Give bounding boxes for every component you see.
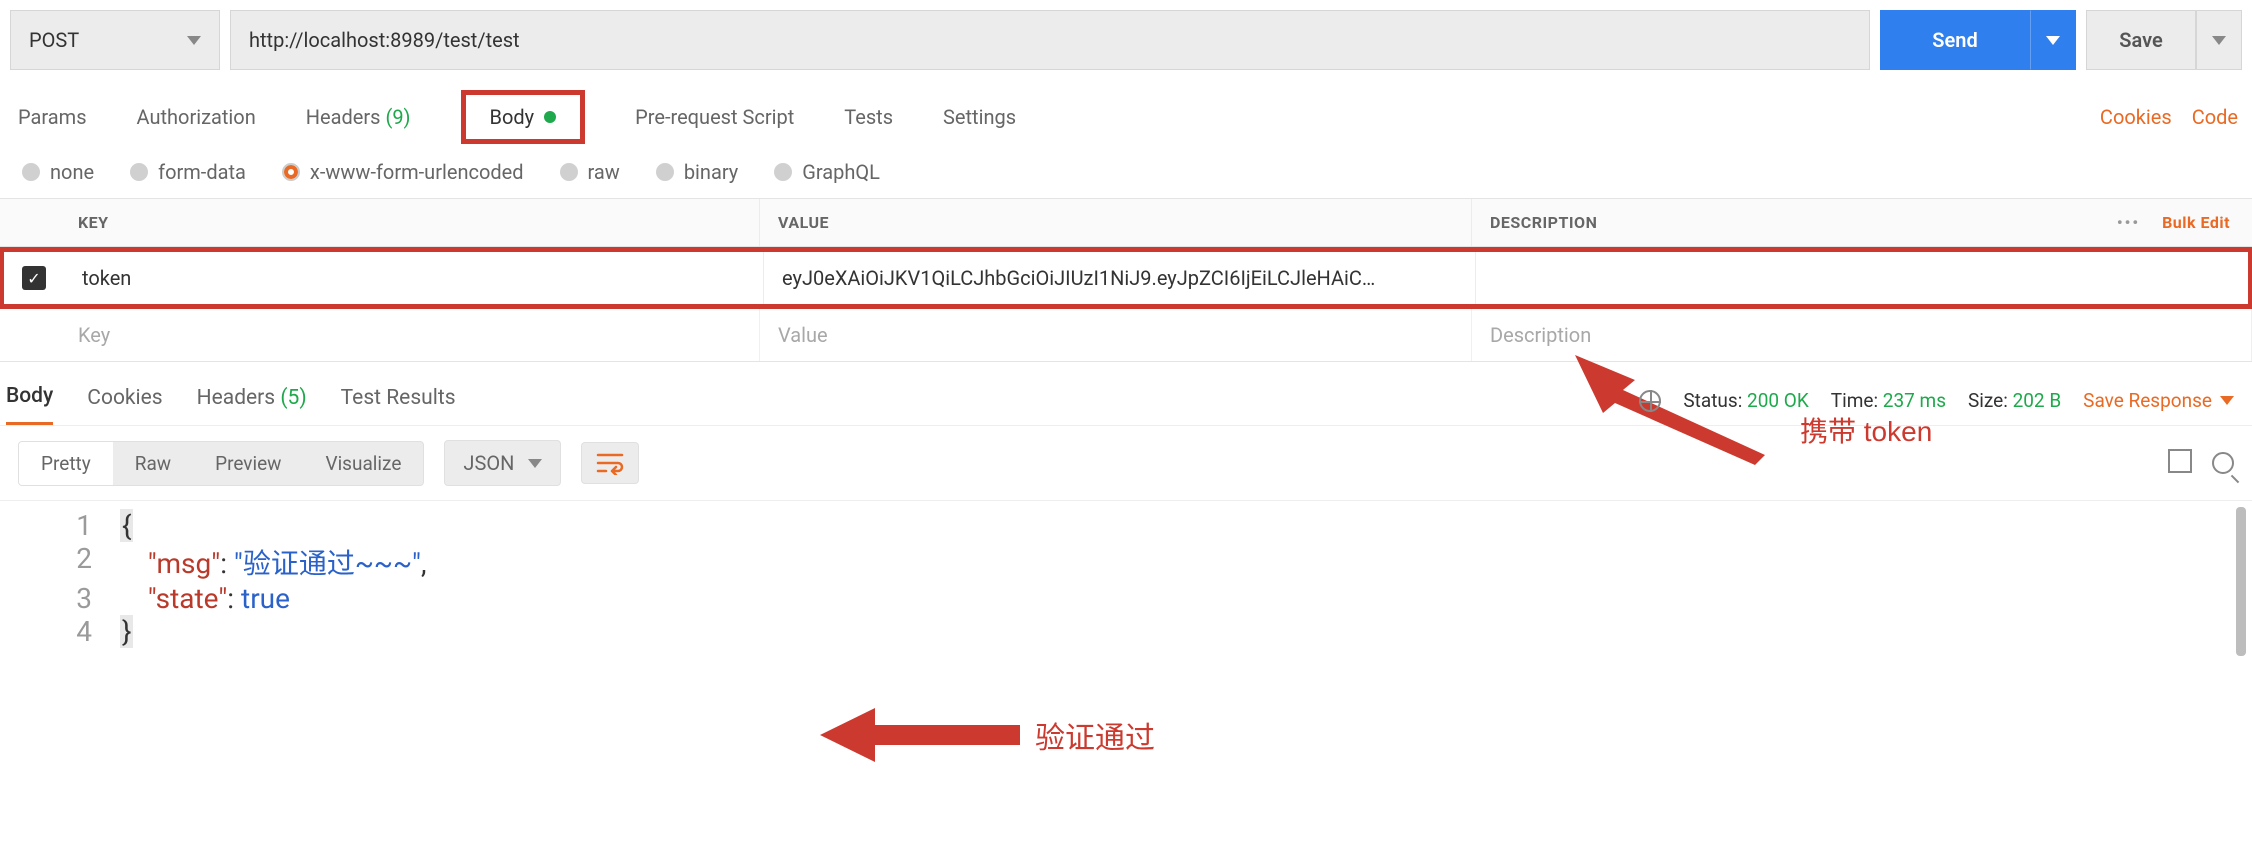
annotation-arrow-icon bbox=[820, 700, 1020, 770]
view-pretty[interactable]: Pretty bbox=[19, 442, 113, 485]
radio-icon bbox=[656, 163, 674, 181]
save-options-button[interactable] bbox=[2196, 10, 2242, 70]
bodytype-formdata[interactable]: form-data bbox=[130, 160, 246, 184]
param-value-input[interactable]: eyJ0eXAiOiJKV1QiLCJhbGciOiJIUzI1NiJ9.eyJ… bbox=[764, 252, 1476, 304]
table-row: ✓ token eyJ0eXAiOiJKV1QiLCJhbGciOiJIUzI1… bbox=[4, 252, 2248, 304]
resp-tab-body[interactable]: Body bbox=[6, 376, 53, 425]
tab-authorization[interactable]: Authorization bbox=[137, 105, 256, 129]
headers-count: (9) bbox=[385, 105, 410, 129]
resp-tab-cookies[interactable]: Cookies bbox=[87, 378, 162, 424]
size-label: Size: 202 B bbox=[1968, 389, 2061, 412]
globe-icon[interactable] bbox=[1639, 390, 1661, 412]
radio-icon bbox=[560, 163, 578, 181]
url-value: http://localhost:8989/test/test bbox=[249, 28, 520, 52]
annotation-text: 验证通过 bbox=[1035, 713, 1155, 757]
url-input[interactable]: http://localhost:8989/test/test bbox=[230, 10, 1870, 70]
radio-checked-icon bbox=[282, 163, 300, 181]
chevron-down-icon bbox=[187, 36, 201, 45]
resp-tab-testresults[interactable]: Test Results bbox=[341, 378, 456, 424]
time-label: Time: 237 ms bbox=[1831, 389, 1946, 412]
table-row-new[interactable]: Key Value Description bbox=[0, 309, 2252, 361]
param-key-placeholder[interactable]: Key bbox=[60, 309, 760, 361]
chevron-down-icon bbox=[2220, 396, 2234, 405]
http-method-select[interactable]: POST bbox=[10, 10, 220, 70]
view-preview[interactable]: Preview bbox=[193, 442, 303, 485]
save-response-button[interactable]: Save Response bbox=[2083, 389, 2234, 412]
chevron-down-icon bbox=[2212, 36, 2226, 45]
view-raw[interactable]: Raw bbox=[113, 442, 193, 485]
view-visualize[interactable]: Visualize bbox=[303, 442, 423, 485]
bodytype-binary[interactable]: binary bbox=[656, 160, 738, 184]
param-value-placeholder[interactable]: Value bbox=[760, 309, 1472, 361]
bodytype-raw[interactable]: raw bbox=[560, 160, 620, 184]
radio-icon bbox=[130, 163, 148, 181]
radio-icon bbox=[22, 163, 40, 181]
chevron-down-icon bbox=[528, 459, 542, 468]
dot-icon bbox=[544, 111, 556, 123]
chevron-down-icon bbox=[2046, 36, 2060, 45]
param-desc-input[interactable] bbox=[1476, 264, 2248, 292]
time-value: 237 ms bbox=[1883, 389, 1946, 412]
bodytype-graphql[interactable]: GraphQL bbox=[774, 160, 880, 184]
wrap-lines-button[interactable] bbox=[581, 442, 639, 484]
copy-icon[interactable] bbox=[2172, 453, 2192, 473]
radio-icon bbox=[774, 163, 792, 181]
resp-tab-headers[interactable]: Headers (5) bbox=[197, 378, 307, 424]
more-icon[interactable]: ••• bbox=[2117, 213, 2140, 232]
bodytype-xwww[interactable]: x-www-form-urlencoded bbox=[282, 160, 524, 184]
send-options-button[interactable] bbox=[2030, 10, 2076, 70]
column-description: DESCRIPTION bbox=[1472, 199, 2072, 246]
bulk-edit-link[interactable]: Bulk Edit bbox=[2162, 213, 2230, 232]
response-body[interactable]: 1{ 2 "msg": "验证通过~~~", 3 "state": true 4… bbox=[0, 500, 2252, 662]
wrap-icon bbox=[596, 451, 624, 475]
tab-settings[interactable]: Settings bbox=[943, 105, 1016, 129]
code-link[interactable]: Code bbox=[2192, 105, 2238, 129]
tab-tests[interactable]: Tests bbox=[844, 105, 893, 129]
column-value: VALUE bbox=[760, 199, 1472, 246]
status-value: 200 OK bbox=[1747, 389, 1809, 412]
column-key: KEY bbox=[60, 199, 760, 246]
tab-headers[interactable]: Headers (9) bbox=[306, 105, 411, 129]
view-mode-segment: Pretty Raw Preview Visualize bbox=[18, 441, 424, 486]
param-key-input[interactable]: token bbox=[64, 252, 764, 304]
cookies-link[interactable]: Cookies bbox=[2100, 105, 2172, 129]
format-select[interactable]: JSON bbox=[444, 440, 561, 486]
params-table: KEY VALUE DESCRIPTION ••• Bulk Edit ✓ to… bbox=[0, 198, 2252, 362]
send-button[interactable]: Send bbox=[1880, 10, 2030, 70]
size-value: 202 B bbox=[2013, 389, 2062, 412]
tab-params[interactable]: Params bbox=[18, 105, 87, 129]
search-icon[interactable] bbox=[2212, 452, 2234, 474]
status-label: Status: 200 OK bbox=[1683, 389, 1808, 412]
tab-prerequest[interactable]: Pre-request Script bbox=[635, 105, 794, 129]
scrollbar[interactable] bbox=[2236, 507, 2246, 656]
checkbox-checked-icon[interactable]: ✓ bbox=[22, 266, 46, 290]
save-button[interactable]: Save bbox=[2086, 10, 2196, 70]
param-desc-placeholder[interactable]: Description bbox=[1472, 309, 2252, 361]
http-method-value: POST bbox=[29, 28, 79, 52]
tab-body[interactable]: Body bbox=[461, 90, 586, 144]
bodytype-none[interactable]: none bbox=[22, 160, 94, 184]
